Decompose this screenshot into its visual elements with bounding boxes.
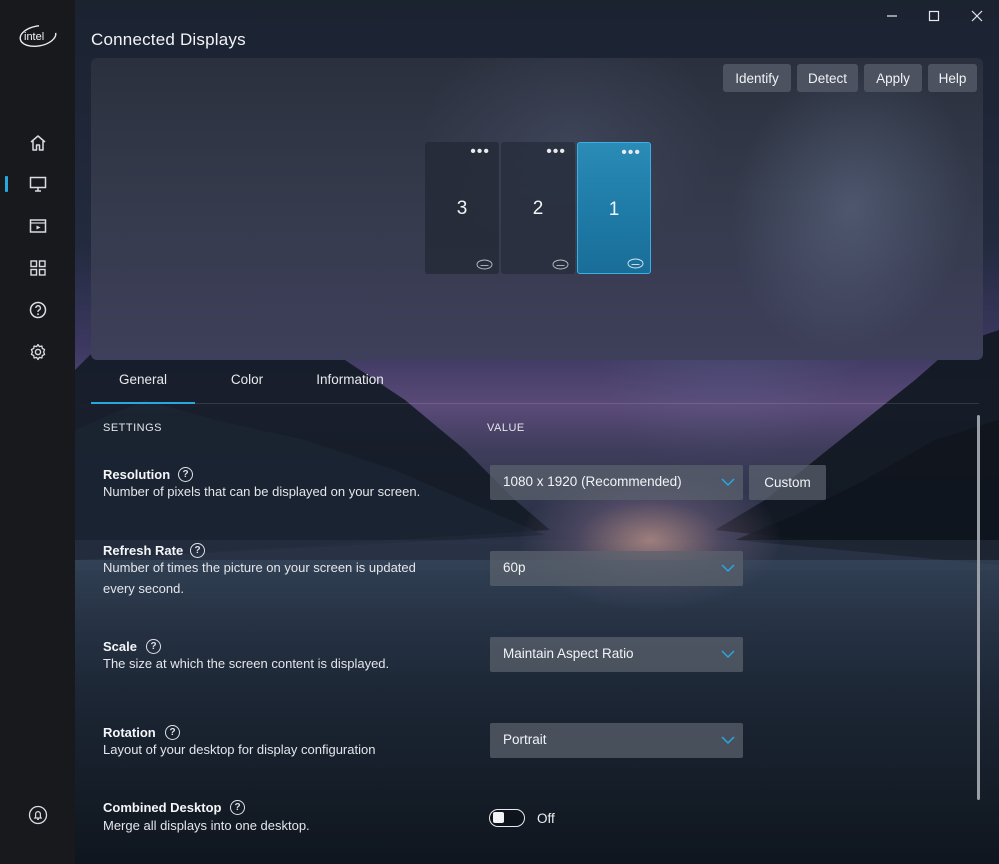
tab-color[interactable]: Color	[210, 372, 284, 404]
combined-desktop-description: Merge all displays into one desktop.	[103, 818, 310, 833]
rotation-description: Layout of your desktop for display confi…	[103, 742, 376, 757]
detect-button[interactable]: Detect	[797, 64, 858, 92]
active-tab-indicator	[91, 402, 195, 404]
display-options-icon[interactable]: •••	[546, 144, 566, 160]
identify-button[interactable]: Identify	[723, 64, 791, 92]
svg-text:intel: intel	[24, 31, 44, 43]
display-number: 1	[608, 199, 620, 220]
tab-divider	[91, 403, 979, 404]
refresh-rate-title: Refresh Rate	[103, 543, 184, 558]
rotation-value: Portrait	[503, 732, 547, 747]
apps-grid-icon	[30, 260, 46, 276]
maximize-button[interactable]	[914, 4, 954, 28]
display-options-icon[interactable]: •••	[621, 145, 641, 161]
intel-badge-icon	[552, 259, 569, 270]
scale-value: Maintain Aspect Ratio	[503, 646, 634, 661]
refresh-rate-dropdown[interactable]: 60p	[490, 551, 743, 586]
app-window: intel Connected Displays Identify Detect…	[0, 0, 999, 864]
chevron-down-icon	[721, 478, 735, 487]
scale-help-icon[interactable]: ?	[146, 639, 161, 654]
display-tile-3[interactable]: ••• 3	[425, 142, 499, 274]
display-arrangement-panel: Identify Detect Apply Help ••• 3 ••• 2 •…	[91, 58, 983, 360]
video-icon	[29, 219, 47, 233]
scale-title: Scale	[103, 639, 137, 654]
intel-badge-icon	[627, 258, 644, 269]
home-icon	[30, 135, 46, 151]
notifications-button[interactable]	[24, 801, 52, 829]
combined-desktop-title: Combined Desktop	[103, 800, 222, 815]
sidebar-item-apps[interactable]	[24, 254, 52, 282]
scrollbar[interactable]	[977, 415, 980, 800]
intel-logo: intel	[18, 24, 58, 48]
close-icon	[971, 10, 983, 22]
resolution-dropdown[interactable]: 1080 x 1920 (Recommended)	[490, 465, 743, 500]
maximize-icon	[928, 10, 940, 22]
tab-information[interactable]: Information	[300, 372, 400, 404]
combined-desktop-toggle[interactable]	[489, 809, 525, 827]
bell-icon	[28, 805, 48, 825]
resolution-description: Number of pixels that can be displayed o…	[103, 484, 421, 499]
display-tile-2[interactable]: ••• 2	[501, 142, 575, 274]
refresh-rate-value: 60p	[503, 560, 526, 575]
tab-general[interactable]: General	[91, 372, 195, 404]
custom-resolution-button[interactable]: Custom	[749, 465, 826, 500]
sidebar-item-home[interactable]	[24, 129, 52, 157]
rotation-title: Rotation	[103, 725, 156, 740]
refresh-rate-description: Number of times the picture on your scre…	[103, 560, 416, 596]
rotation-help-icon[interactable]: ?	[165, 725, 180, 740]
display-options-icon[interactable]: •••	[470, 144, 490, 160]
intel-badge-icon	[476, 259, 493, 270]
close-button[interactable]	[957, 4, 997, 28]
help-circle-icon	[29, 301, 47, 319]
gear-icon	[30, 343, 46, 361]
resolution-title: Resolution	[103, 467, 171, 482]
resolution-value: 1080 x 1920 (Recommended)	[503, 474, 682, 489]
display-number: 2	[532, 198, 544, 219]
combined-desktop-state: Off	[537, 811, 555, 826]
chevron-down-icon	[721, 736, 735, 745]
combined-desktop-help-icon[interactable]: ?	[230, 800, 245, 815]
refresh-rate-help-icon[interactable]: ?	[190, 543, 205, 558]
value-column-header: VALUE	[487, 422, 525, 434]
display-tile-1[interactable]: ••• 1	[577, 142, 651, 274]
sidebar-item-display[interactable]	[24, 170, 52, 198]
apply-button[interactable]: Apply	[864, 64, 922, 92]
rotation-dropdown[interactable]: Portrait	[490, 723, 743, 758]
resolution-help-icon[interactable]: ?	[178, 467, 193, 482]
scale-description: The size at which the screen content is …	[103, 656, 390, 671]
scale-dropdown[interactable]: Maintain Aspect Ratio	[490, 637, 743, 672]
chevron-down-icon	[721, 650, 735, 659]
page-title: Connected Displays	[91, 30, 246, 49]
help-button[interactable]: Help	[928, 64, 977, 92]
monitor-icon	[29, 176, 47, 192]
sidebar-item-system[interactable]	[24, 338, 52, 366]
chevron-down-icon	[721, 564, 735, 573]
sidebar-item-support[interactable]	[24, 296, 52, 324]
sidebar: intel	[0, 0, 75, 864]
sidebar-active-indicator	[5, 176, 8, 192]
toggle-knob	[493, 812, 504, 823]
display-number: 3	[456, 198, 468, 219]
minimize-icon	[887, 15, 897, 17]
sidebar-item-video[interactable]	[24, 212, 52, 240]
settings-column-header: SETTINGS	[103, 422, 163, 434]
minimize-button[interactable]	[872, 4, 912, 28]
